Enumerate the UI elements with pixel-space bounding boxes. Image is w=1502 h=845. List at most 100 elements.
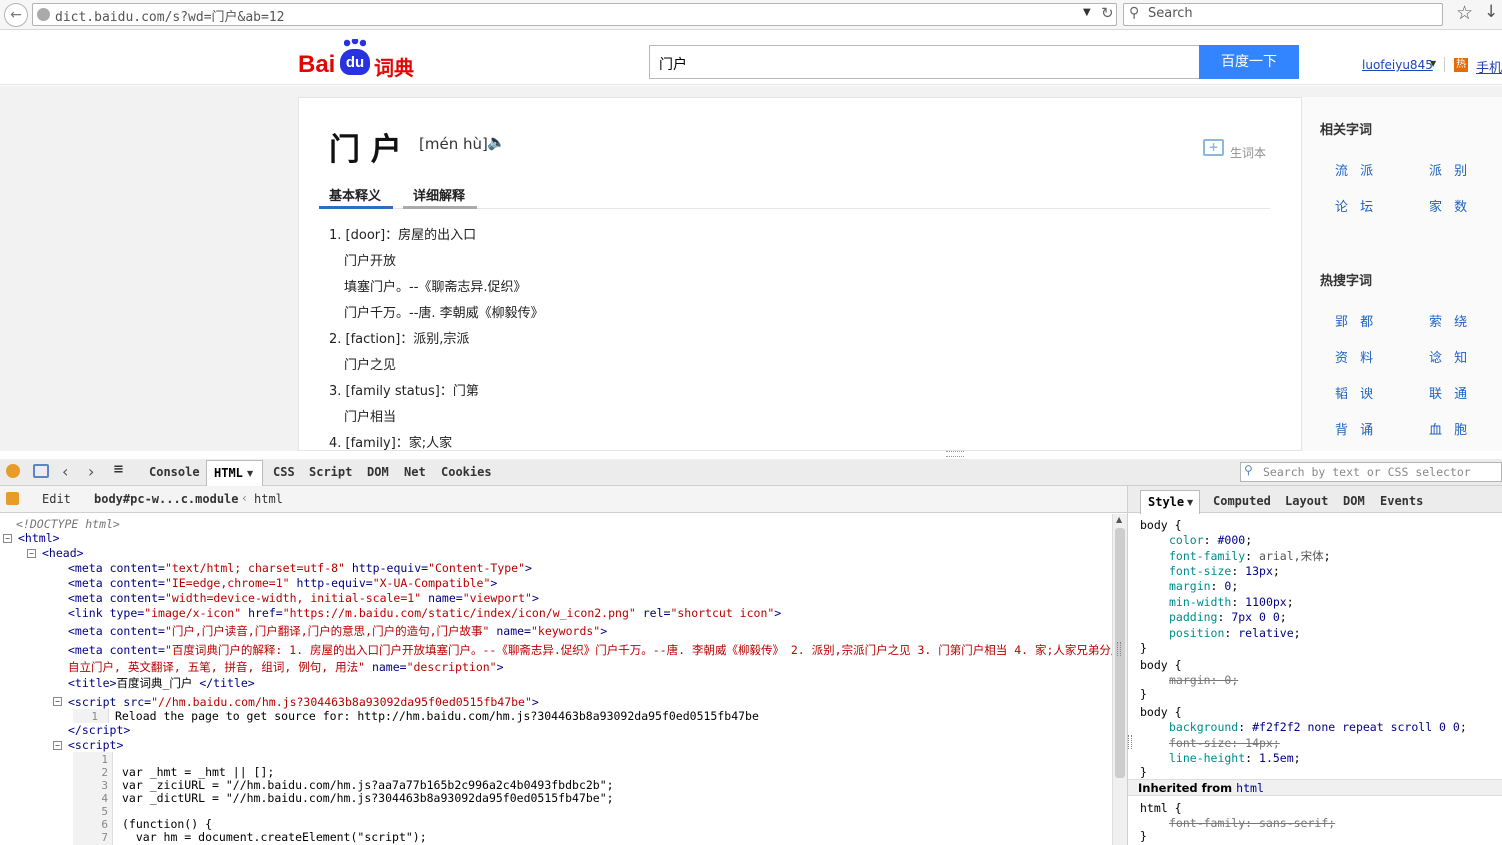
scroll-up-icon[interactable]: ▲	[1116, 515, 1122, 524]
address-bar[interactable]: dict.baidu.com/s?wd=门户&ab=12 ▼ ↻	[32, 3, 1117, 26]
script-node[interactable]: <script src="//hm.baidu.com/hm.js?304463…	[68, 695, 539, 709]
mobile-link[interactable]: 手机	[1476, 57, 1502, 76]
css-declaration[interactable]: line-height: 1.5em;	[1169, 751, 1301, 765]
link-node[interactable]: <link type="image/x-icon" href="https://…	[68, 606, 781, 620]
tab-net[interactable]: Net	[404, 465, 426, 479]
tab-basic[interactable]: 基本释义	[329, 185, 381, 204]
dropdown-arrow-icon[interactable]: ▼	[1083, 7, 1091, 18]
css-declaration[interactable]: font-family: arial,宋体;	[1169, 548, 1331, 564]
speaker-icon[interactable]: 🔈	[487, 133, 506, 151]
css-declaration[interactable]: font-size: 13px;	[1169, 564, 1280, 578]
search-input[interactable]: 门户	[649, 45, 1200, 79]
css-rule-selector[interactable]: body {	[1140, 705, 1182, 719]
tab-dom[interactable]: DOM	[367, 465, 389, 479]
tab-html-active[interactable]: HTML ▼	[206, 460, 263, 487]
script-node[interactable]: <script>	[68, 738, 123, 752]
download-icon[interactable]: ↓	[1484, 2, 1498, 22]
tab-style-active[interactable]: Style ▼	[1140, 490, 1200, 514]
meta-node[interactable]: <meta content="百度词典门户的解释: 1. 房屋的出入口门户开放填…	[68, 643, 1112, 657]
css-rule-close: }	[1140, 765, 1147, 779]
tab-events[interactable]: Events	[1380, 494, 1423, 508]
line-number: 2	[101, 766, 108, 779]
hot-word[interactable]: 联 通	[1429, 383, 1471, 402]
html-edit-icon[interactable]	[6, 492, 19, 505]
meta-node[interactable]: <meta content="width=device-width, initi…	[68, 591, 539, 605]
bookmark-star-icon[interactable]: ☆	[1456, 2, 1473, 24]
browser-search-box[interactable]: ⚲ Search	[1123, 3, 1443, 26]
css-rule-selector[interactable]: body {	[1140, 658, 1182, 672]
hot-word[interactable]: 萦 绕	[1429, 311, 1471, 330]
css-rule-selector[interactable]: html {	[1140, 801, 1182, 815]
css-declaration[interactable]: color: #000;	[1169, 533, 1252, 547]
meta-node[interactable]: <meta content="text/html; charset=utf-8"…	[68, 561, 532, 575]
tab-dom-side[interactable]: DOM	[1343, 494, 1365, 508]
firebug-search-input[interactable]: ⚲ Search by text or CSS selector	[1240, 462, 1502, 482]
related-word[interactable]: 派 别	[1429, 160, 1471, 179]
forward-arrow-icon[interactable]: ›	[88, 462, 94, 481]
baidu-logo[interactable]: Bai du 词典	[298, 39, 418, 80]
hot-word[interactable]: 韬 谀	[1335, 383, 1377, 402]
wordbook-link[interactable]: 生词本	[1230, 144, 1266, 161]
tab-layout[interactable]: Layout	[1285, 494, 1328, 508]
breadcrumb-body[interactable]: body#pc-w...c.module	[94, 492, 239, 506]
tab-cookies[interactable]: Cookies	[441, 465, 492, 479]
html-node[interactable]: <html>	[18, 531, 60, 545]
css-declaration-overridden[interactable]: margin: 0;	[1169, 673, 1238, 687]
search-icon: ⚲	[1244, 463, 1253, 477]
panel-resize-grip[interactable]	[1128, 735, 1132, 749]
hot-word[interactable]: 背 诵	[1335, 419, 1377, 438]
splitter-handle[interactable]	[946, 451, 964, 457]
collapse-toggle-icon[interactable]: −	[53, 697, 62, 706]
definition-line: 1. [door]：房屋的出入口	[329, 228, 477, 243]
html-tree[interactable]: <!DOCTYPE html> − <html> − <head> <meta …	[0, 514, 1112, 845]
tab-script[interactable]: Script	[309, 465, 352, 479]
panel-resize-grip[interactable]	[1117, 642, 1121, 656]
add-wordbook-icon[interactable]: +	[1203, 139, 1224, 156]
meta-node[interactable]: <meta content="门户,门户读音,门户翻译,门户的意思,门户的造句,…	[68, 624, 607, 638]
hot-word[interactable]: 郢 都	[1335, 311, 1377, 330]
line-number: 1	[91, 710, 98, 723]
collapse-toggle-icon[interactable]: −	[53, 741, 62, 750]
hot-word[interactable]: 谂 知	[1429, 347, 1471, 366]
firebug-bug-icon[interactable]	[6, 464, 20, 478]
css-declaration[interactable]: margin: 0;	[1169, 579, 1238, 593]
script-source-line: var _dictURL = "//hm.baidu.com/hm.js?304…	[122, 791, 614, 805]
css-declaration[interactable]: min-width: 1100px;	[1169, 595, 1294, 609]
tab-detail[interactable]: 详细解释	[413, 185, 465, 204]
related-word[interactable]: 家 数	[1429, 196, 1471, 215]
css-declaration[interactable]: background: #f2f2f2 none repeat scroll 0…	[1169, 720, 1467, 734]
css-declaration-overridden[interactable]: font-size: 14px;	[1169, 736, 1280, 750]
meta-node-cont: 自立门户, 英文翻译, 五笔, 拼音, 组词, 例句, 用法" name="de…	[68, 660, 504, 674]
user-link[interactable]: luofeiyu845	[1362, 58, 1433, 72]
css-declaration[interactable]: padding: 7px 0 0;	[1169, 610, 1287, 624]
related-word[interactable]: 论 坛	[1335, 196, 1377, 215]
hot-word[interactable]: 血 胞	[1429, 419, 1471, 438]
reload-icon[interactable]: ↻	[1101, 4, 1114, 22]
collapse-toggle-icon[interactable]: −	[3, 534, 12, 543]
doctype-line: <!DOCTYPE html>	[16, 517, 120, 531]
inspect-icon[interactable]	[33, 464, 49, 478]
line-number: 1	[101, 753, 108, 766]
tab-computed[interactable]: Computed	[1213, 494, 1271, 508]
collapse-toggle-icon[interactable]: −	[27, 549, 36, 558]
vertical-scrollbar[interactable]: ▲	[1112, 514, 1127, 845]
back-button[interactable]: ←	[4, 3, 28, 27]
css-rule-selector[interactable]: body {	[1140, 518, 1182, 532]
command-line-icon[interactable]: ≡	[113, 462, 124, 477]
related-word[interactable]: 流 派	[1335, 160, 1377, 179]
tab-console[interactable]: Console	[149, 465, 200, 479]
css-declaration-overridden[interactable]: font-family: sans-serif;	[1169, 816, 1335, 830]
breadcrumb-separator-icon: ‹	[242, 491, 247, 505]
head-node[interactable]: <head>	[42, 546, 84, 560]
css-declaration[interactable]: position: relative;	[1169, 626, 1301, 640]
meta-node[interactable]: <meta content="IE=edge,chrome=1" http-eq…	[68, 576, 497, 590]
paw-dots-icon	[344, 39, 366, 47]
search-button[interactable]: 百度一下	[1199, 45, 1299, 79]
back-arrow-icon[interactable]: ‹	[62, 462, 68, 481]
edit-button[interactable]: Edit	[42, 492, 71, 506]
chevron-down-icon[interactable]: ▼	[1430, 59, 1436, 68]
tab-css[interactable]: CSS	[273, 465, 295, 479]
title-node[interactable]: <title>百度词典_门户 </title>	[68, 676, 255, 690]
breadcrumb-html[interactable]: html	[254, 492, 283, 506]
hot-word[interactable]: 资 料	[1335, 347, 1377, 366]
